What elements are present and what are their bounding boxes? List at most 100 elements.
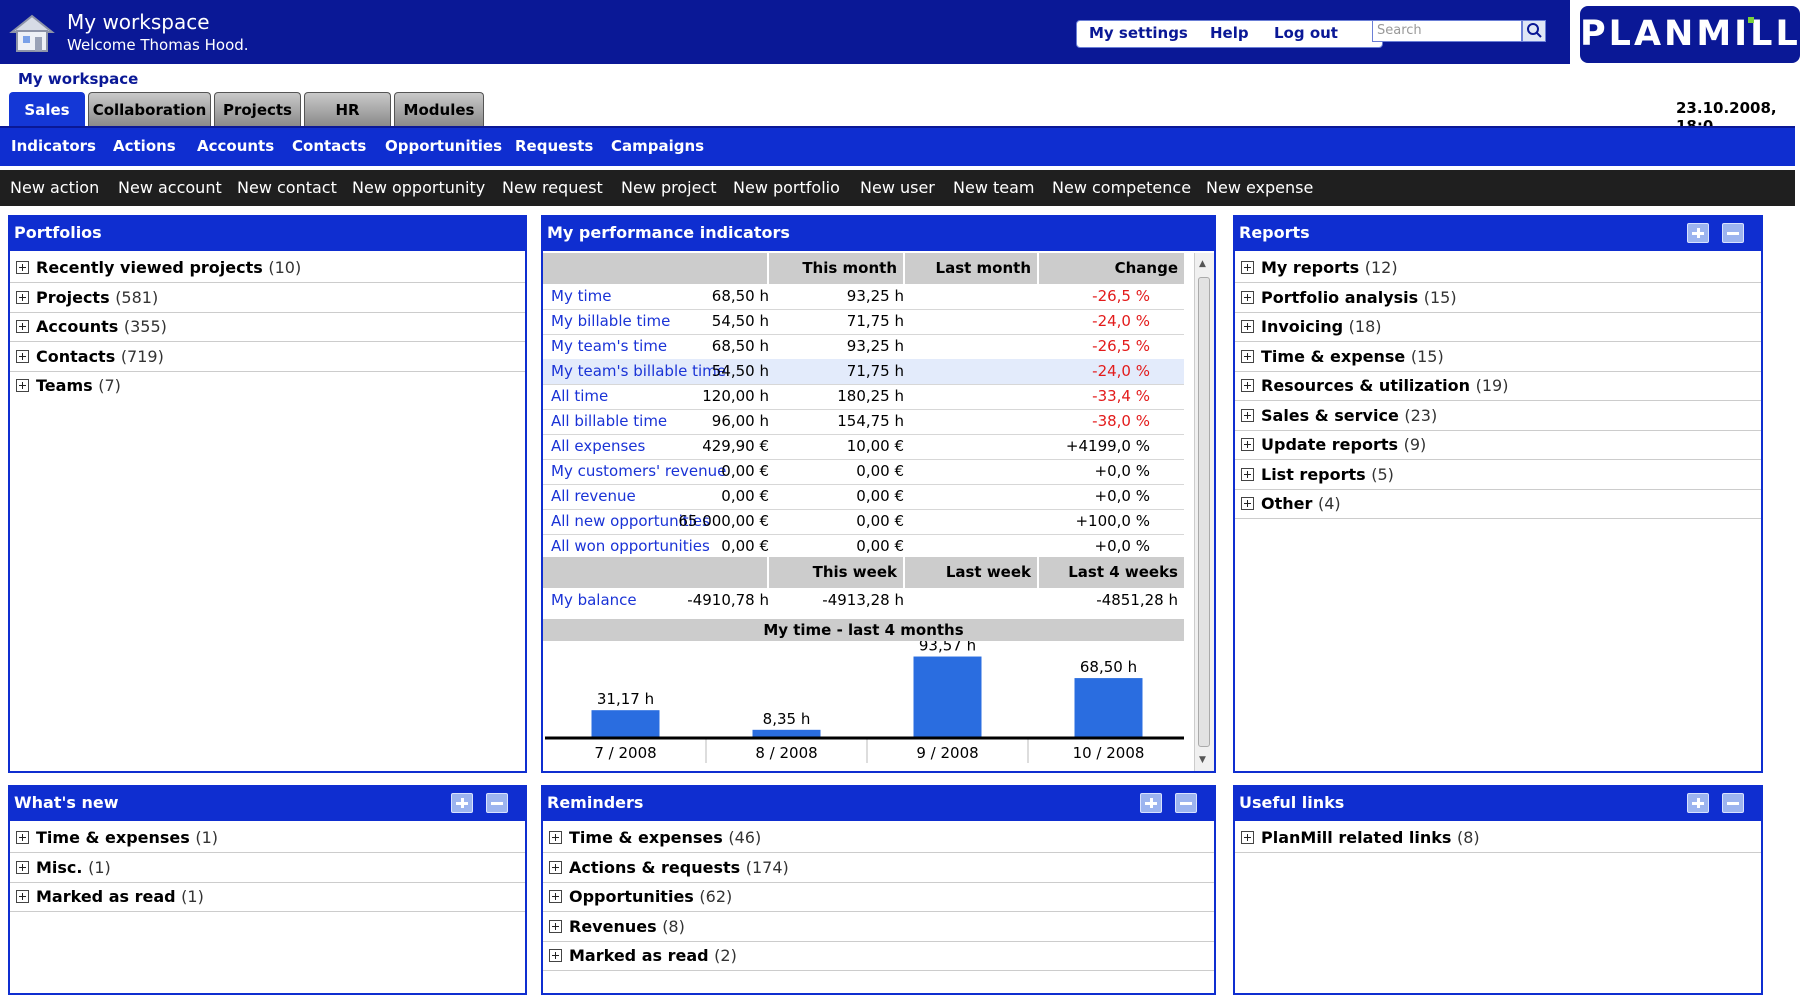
minimize-icon[interactable] <box>1175 793 1197 813</box>
portfolio-item[interactable]: Teams (7) <box>10 371 525 400</box>
reports-item[interactable]: My reports (12) <box>1235 253 1761 283</box>
new-user-link[interactable]: New user <box>860 178 935 197</box>
new-contact-link[interactable]: New contact <box>237 178 337 197</box>
portfolio-item[interactable]: Accounts (355) <box>10 312 525 342</box>
expand-icon[interactable] <box>1241 290 1254 304</box>
indicator-link[interactable]: All billable time <box>551 409 667 434</box>
tab-projects[interactable]: Projects <box>214 92 301 126</box>
reminders-item[interactable]: Marked as read (2) <box>543 941 1214 971</box>
indicator-link[interactable]: My team's time <box>551 334 667 359</box>
new-action-link[interactable]: New action <box>10 178 99 197</box>
reports-item[interactable]: Resources & utilization (19) <box>1235 371 1761 401</box>
reports-item[interactable]: Time & expense (15) <box>1235 342 1761 372</box>
reports-item[interactable]: Update reports (9) <box>1235 430 1761 460</box>
expand-icon[interactable] <box>1241 408 1254 422</box>
indicator-link[interactable]: My team's billable time <box>551 359 726 384</box>
tab-collaboration[interactable]: Collaboration <box>88 92 211 126</box>
scrollbar[interactable]: ▲ ▼ <box>1194 253 1214 771</box>
nav-campaigns[interactable]: Campaigns <box>611 137 704 155</box>
expand-icon[interactable] <box>16 320 29 333</box>
expand-icon[interactable] <box>1241 320 1254 333</box>
add-icon[interactable] <box>1140 793 1162 813</box>
expand-icon[interactable] <box>549 949 562 962</box>
expand-icon[interactable] <box>1241 349 1254 363</box>
add-icon[interactable] <box>1687 223 1709 243</box>
links-item[interactable]: PlanMill related links (8) <box>1235 823 1761 853</box>
expand-icon[interactable] <box>1241 438 1254 451</box>
portfolio-item[interactable]: Projects (581) <box>10 283 525 313</box>
tab-modules[interactable]: Modules <box>394 92 484 126</box>
expand-icon[interactable] <box>16 291 29 304</box>
my-settings-link[interactable]: My settings <box>1089 24 1188 42</box>
portfolio-item[interactable]: Contacts (719) <box>10 342 525 372</box>
new-competence-link[interactable]: New competence <box>1052 178 1191 197</box>
indicator-link[interactable]: All expenses <box>551 434 645 459</box>
nav-accounts[interactable]: Accounts <box>197 137 274 155</box>
whatsnew-item[interactable]: Time & expenses (1) <box>10 823 525 853</box>
search-icon[interactable] <box>1522 20 1546 42</box>
minimize-icon[interactable] <box>1722 223 1744 243</box>
new-opportunity-link[interactable]: New opportunity <box>352 178 485 197</box>
indicator-link[interactable]: My customers' revenue <box>551 459 726 484</box>
expand-icon[interactable] <box>16 831 29 844</box>
balance-link[interactable]: My balance <box>551 588 637 613</box>
indicator-link[interactable]: My billable time <box>551 309 670 334</box>
nav-contacts[interactable]: Contacts <box>292 137 366 155</box>
expand-icon[interactable] <box>1241 497 1254 510</box>
new-project-link[interactable]: New project <box>621 178 717 197</box>
new-request-link[interactable]: New request <box>502 178 603 197</box>
expand-icon[interactable] <box>16 860 29 874</box>
tab-hr[interactable]: HR <box>304 92 391 126</box>
scroll-thumb[interactable] <box>1198 277 1210 747</box>
reminders-item[interactable]: Time & expenses (46) <box>543 823 1214 853</box>
reminders-item[interactable]: Revenues (8) <box>543 912 1214 942</box>
indicator-link[interactable]: All won opportunities <box>551 534 710 559</box>
new-account-link[interactable]: New account <box>118 178 222 197</box>
reports-item[interactable]: Portfolio analysis (15) <box>1235 283 1761 313</box>
whatsnew-item[interactable]: Marked as read (1) <box>10 882 525 912</box>
reminders-item[interactable]: Actions & requests (174) <box>543 853 1214 883</box>
log-out-link[interactable]: Log out <box>1274 24 1338 42</box>
expand-icon[interactable] <box>16 350 29 363</box>
portfolio-item[interactable]: Recently viewed projects (10) <box>10 253 525 283</box>
tab-sales[interactable]: Sales <box>9 92 85 126</box>
nav-actions[interactable]: Actions <box>113 137 176 155</box>
reports-item[interactable]: Invoicing (18) <box>1235 312 1761 342</box>
expand-icon[interactable] <box>549 919 562 933</box>
new-portfolio-link[interactable]: New portfolio <box>733 178 840 197</box>
new-team-link[interactable]: New team <box>953 178 1035 197</box>
reports-item[interactable]: Other (4) <box>1235 489 1761 519</box>
minimize-icon[interactable] <box>486 793 508 813</box>
nav-indicators[interactable]: Indicators <box>11 137 96 155</box>
breadcrumb[interactable]: My workspace <box>18 70 138 88</box>
scroll-up-icon[interactable]: ▲ <box>1199 259 1206 269</box>
nav-requests[interactable]: Requests <box>515 137 593 155</box>
whatsnew-panel: What's new Time & expenses (1) Misc. (1) M… <box>8 785 527 995</box>
indicator-link[interactable]: All revenue <box>551 484 636 509</box>
whatsnew-item[interactable]: Misc. (1) <box>10 853 525 883</box>
indicator-link[interactable]: All time <box>551 384 608 409</box>
search-input[interactable]: Search <box>1372 20 1522 42</box>
indicator-link[interactable]: My time <box>551 284 611 309</box>
new-expense-link[interactable]: New expense <box>1206 178 1313 197</box>
scroll-down-icon[interactable]: ▼ <box>1199 755 1206 765</box>
expand-icon[interactable] <box>549 831 562 844</box>
expand-icon[interactable] <box>16 890 29 903</box>
add-icon[interactable] <box>451 793 473 813</box>
expand-icon[interactable] <box>1241 379 1254 392</box>
expand-icon[interactable] <box>16 261 29 274</box>
add-icon[interactable] <box>1687 793 1709 813</box>
reports-item[interactable]: List reports (5) <box>1235 460 1761 490</box>
expand-icon[interactable] <box>549 860 562 874</box>
nav-opportunities[interactable]: Opportunities <box>385 137 502 155</box>
help-link[interactable]: Help <box>1210 24 1249 42</box>
expand-icon[interactable] <box>1241 831 1254 844</box>
expand-icon[interactable] <box>1241 261 1254 274</box>
reminders-item[interactable]: Opportunities (62) <box>543 882 1214 912</box>
minimize-icon[interactable] <box>1722 793 1744 813</box>
expand-icon[interactable] <box>16 379 29 392</box>
expand-icon[interactable] <box>549 890 562 903</box>
expand-icon[interactable] <box>1241 467 1254 481</box>
reports-item[interactable]: Sales & service (23) <box>1235 401 1761 431</box>
item-count: (5) <box>1371 464 1394 484</box>
